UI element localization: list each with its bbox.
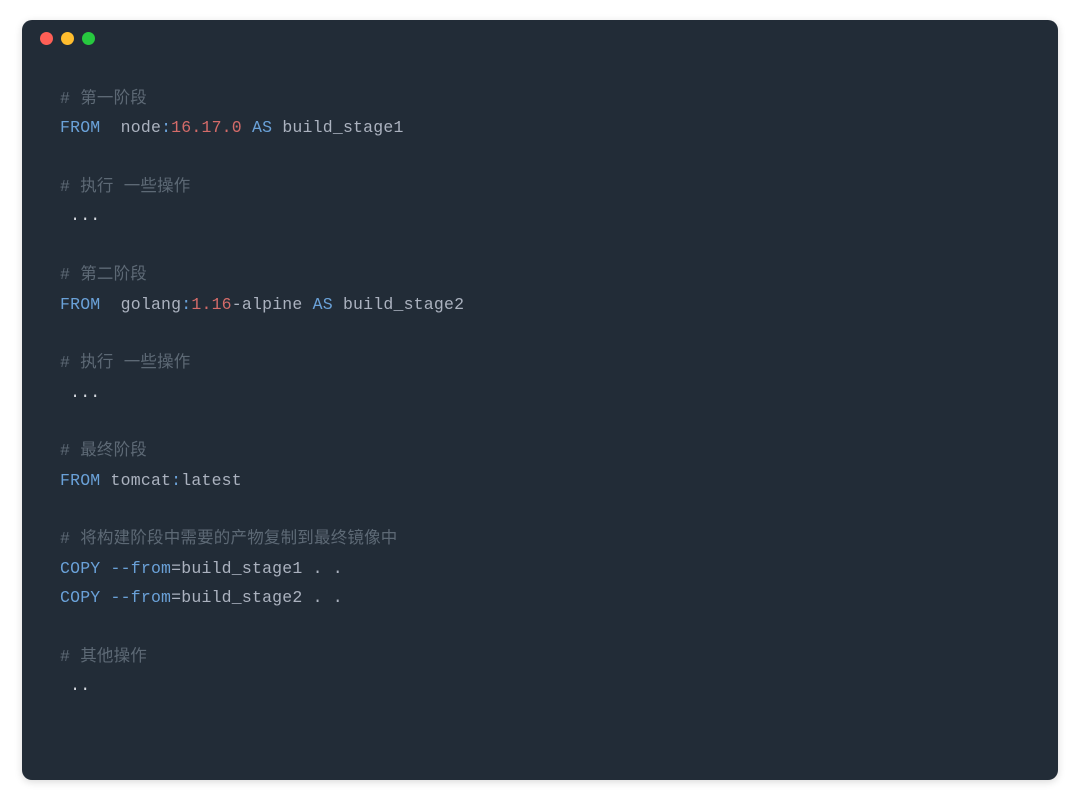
- blank-line: [60, 495, 1020, 524]
- window-title-bar: [22, 20, 1058, 56]
- keyword-from: FROM: [60, 118, 100, 137]
- blank-line: [60, 231, 1020, 260]
- code-line: COPY --from=build_stage1 . .: [60, 554, 1020, 583]
- code-line: # 执行 一些操作: [60, 172, 1020, 201]
- code-line: FROM golang:1.16-alpine AS build_stage2: [60, 290, 1020, 319]
- code-content: # 第一阶段 FROM node:16.17.0 AS build_stage1…: [22, 56, 1058, 721]
- code-line: # 最终阶段: [60, 436, 1020, 465]
- comment-text: # 其他操作: [60, 647, 147, 666]
- code-window: # 第一阶段 FROM node:16.17.0 AS build_stage1…: [22, 20, 1058, 780]
- code-line: ..: [60, 671, 1020, 700]
- keyword-copy: COPY: [60, 559, 100, 578]
- image-tag: latest: [181, 471, 242, 490]
- code-line: # 第一阶段: [60, 84, 1020, 113]
- ellipsis: ...: [60, 206, 100, 225]
- blank-line: [60, 407, 1020, 436]
- close-dot[interactable]: [40, 32, 53, 45]
- maximize-dot[interactable]: [82, 32, 95, 45]
- code-line: # 第二阶段: [60, 260, 1020, 289]
- keyword-as: AS: [252, 118, 272, 137]
- comment-text: # 第二阶段: [60, 265, 147, 284]
- image-name: node: [121, 118, 161, 137]
- comment-text: # 执行 一些操作: [60, 353, 191, 372]
- image-version: 1.16: [191, 295, 231, 314]
- minimize-dot[interactable]: [61, 32, 74, 45]
- image-name: golang: [121, 295, 182, 314]
- copy-flag: --from: [111, 559, 172, 578]
- code-line: # 执行 一些操作: [60, 348, 1020, 377]
- keyword-copy: COPY: [60, 588, 100, 607]
- copy-args: =build_stage2 . .: [171, 588, 343, 607]
- code-line: COPY --from=build_stage2 . .: [60, 583, 1020, 612]
- code-line: # 将构建阶段中需要的产物复制到最终镜像中: [60, 524, 1020, 553]
- code-line: FROM node:16.17.0 AS build_stage1: [60, 113, 1020, 142]
- keyword-as: AS: [313, 295, 333, 314]
- comment-text: # 最终阶段: [60, 441, 147, 460]
- blank-line: [60, 143, 1020, 172]
- comment-text: # 将构建阶段中需要的产物复制到最终镜像中: [60, 529, 398, 548]
- ellipsis: ..: [60, 676, 90, 695]
- code-line: ...: [60, 378, 1020, 407]
- code-line: FROM tomcat:latest: [60, 466, 1020, 495]
- copy-flag: --from: [111, 588, 172, 607]
- stage-name: build_stage2: [343, 295, 464, 314]
- blank-line: [60, 612, 1020, 641]
- image-version: 16.17.0: [171, 118, 242, 137]
- copy-args: =build_stage1 . .: [171, 559, 343, 578]
- keyword-from: FROM: [60, 471, 100, 490]
- keyword-from: FROM: [60, 295, 100, 314]
- blank-line: [60, 319, 1020, 348]
- ellipsis: ...: [60, 383, 100, 402]
- comment-text: # 执行 一些操作: [60, 177, 191, 196]
- comment-text: # 第一阶段: [60, 89, 147, 108]
- code-line: ...: [60, 201, 1020, 230]
- image-name: tomcat: [111, 471, 172, 490]
- code-line: # 其他操作: [60, 642, 1020, 671]
- stage-name: build_stage1: [282, 118, 403, 137]
